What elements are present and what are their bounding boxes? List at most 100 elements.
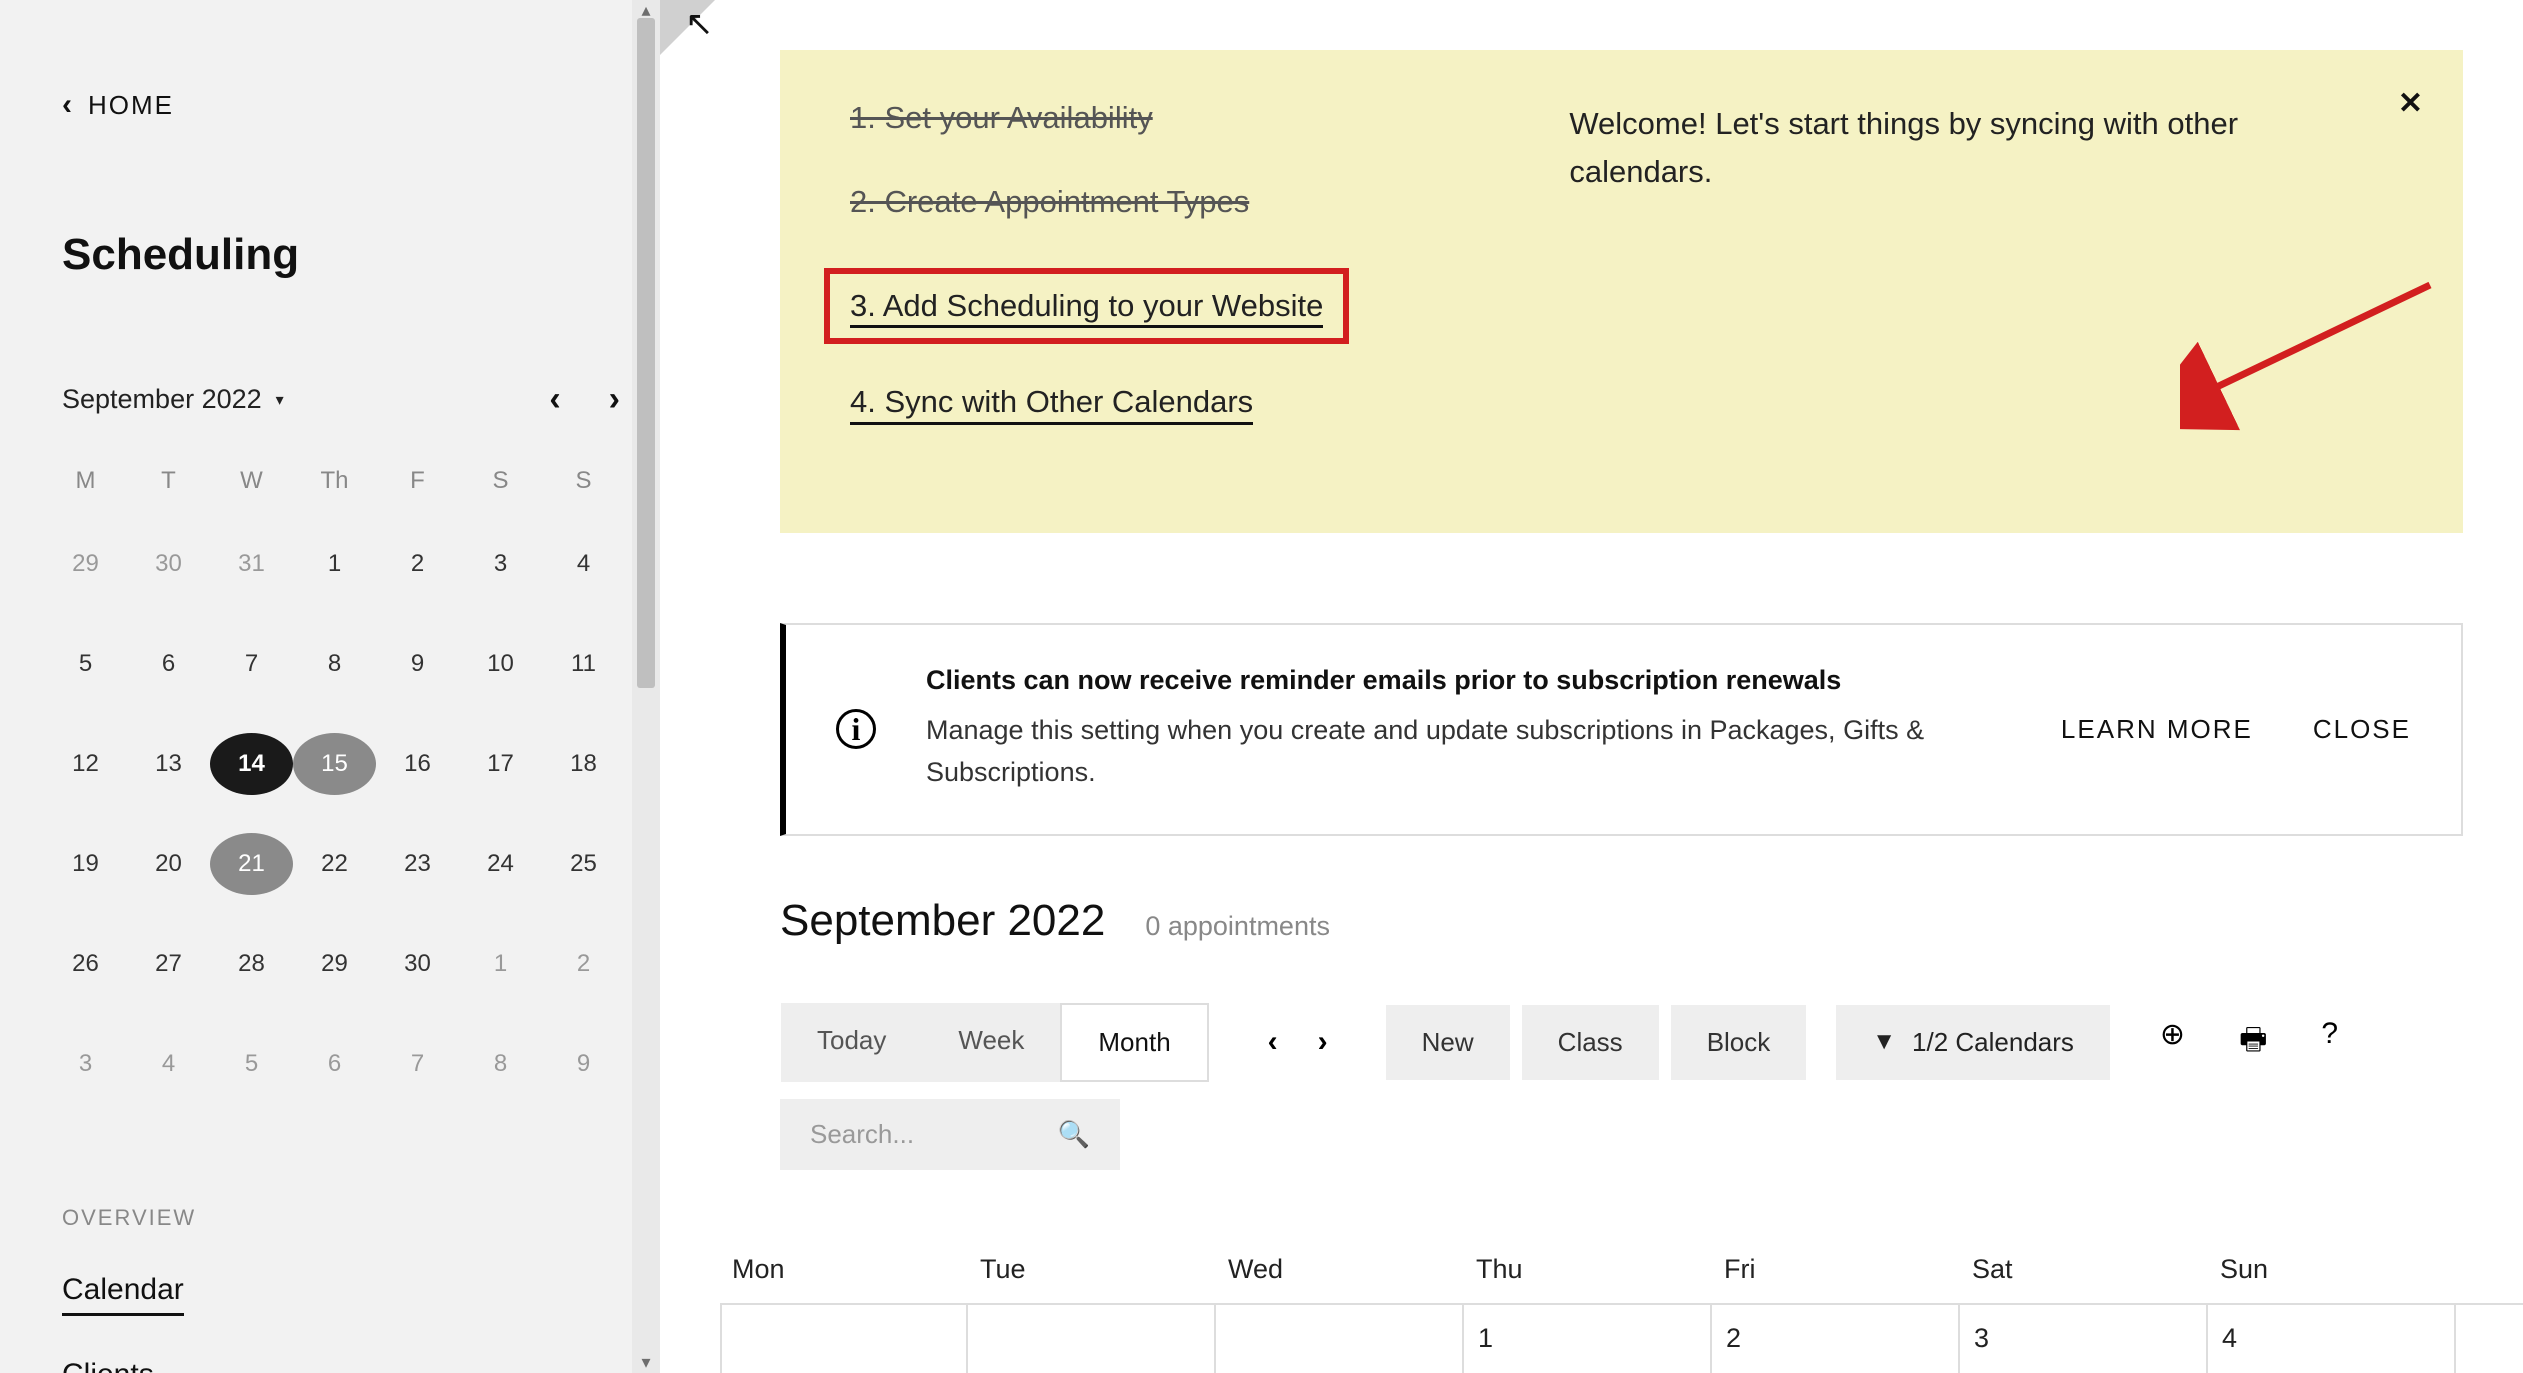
mini-cal-day[interactable]: 28 xyxy=(210,933,293,995)
close-notice-link[interactable]: CLOSE xyxy=(2313,714,2411,745)
main-cal-day[interactable]: 1 xyxy=(1464,1305,1712,1373)
mini-cal-day[interactable]: 27 xyxy=(127,933,210,995)
main-cal-day[interactable]: 2 xyxy=(1712,1305,1960,1373)
mini-cal-day[interactable]: 1 xyxy=(459,933,542,995)
main-cal-day[interactable] xyxy=(1216,1305,1464,1373)
next-month-button[interactable]: › xyxy=(609,380,620,419)
cal-prev-button[interactable]: ‹ xyxy=(1268,1025,1278,1059)
month-selector[interactable]: September 2022 ▾ xyxy=(62,384,284,415)
sidebar-nav-calendar[interactable]: Calendar xyxy=(0,1231,660,1316)
mini-cal-day[interactable]: 6 xyxy=(127,633,210,695)
mini-cal-day[interactable]: 21 xyxy=(210,833,293,895)
home-link[interactable]: ‹ HOME xyxy=(0,0,660,122)
collapse-corner[interactable]: ↖ xyxy=(660,0,730,70)
mini-cal-day[interactable]: 19 xyxy=(44,833,127,895)
onboarding-step[interactable]: 4. Sync with Other Calendars xyxy=(850,384,1253,425)
mini-cal-day[interactable]: 8 xyxy=(293,633,376,695)
mini-cal-day[interactable]: 7 xyxy=(210,633,293,695)
mini-cal-day[interactable]: 30 xyxy=(376,933,459,995)
mini-cal-week: 2930311234 xyxy=(0,495,660,595)
new-button[interactable]: New xyxy=(1386,1005,1510,1080)
main-cal-day[interactable] xyxy=(968,1305,1216,1373)
main-cal-dow: Mon xyxy=(720,1254,968,1285)
funnel-icon: ▼ xyxy=(1872,1028,1896,1056)
mini-cal-dow: S xyxy=(542,467,625,495)
mini-cal-day[interactable]: 10 xyxy=(459,633,542,695)
mini-cal-week: 19202122232425 xyxy=(0,795,660,895)
close-icon[interactable]: ✕ xyxy=(2398,86,2423,121)
mini-cal-dow: S xyxy=(459,467,542,495)
class-button[interactable]: Class xyxy=(1522,1005,1659,1080)
today-button[interactable]: Today xyxy=(781,1003,922,1082)
mini-cal-day[interactable]: 3 xyxy=(459,533,542,595)
mini-cal-day[interactable]: 5 xyxy=(44,633,127,695)
mini-cal-day[interactable]: 9 xyxy=(542,1033,625,1095)
search-placeholder: Search... xyxy=(810,1119,914,1150)
mini-cal-day[interactable]: 4 xyxy=(127,1033,210,1095)
mini-cal-day[interactable]: 9 xyxy=(376,633,459,695)
search-input[interactable]: Search... 🔍 xyxy=(780,1099,1120,1170)
main-cal-dow: Sat xyxy=(1960,1254,2208,1285)
mini-cal-day[interactable]: 29 xyxy=(44,533,127,595)
prev-month-button[interactable]: ‹ xyxy=(549,380,560,419)
mini-cal-day[interactable]: 24 xyxy=(459,833,542,895)
mini-cal-day[interactable]: 30 xyxy=(127,533,210,595)
onboarding-banner: ✕ 1. Set your Availability2. Create Appo… xyxy=(780,50,2463,533)
main-area: ↖ ✕ 1. Set your Availability2. Create Ap… xyxy=(660,0,2523,1373)
mini-cal-day[interactable]: 26 xyxy=(44,933,127,995)
mini-cal-day[interactable]: 16 xyxy=(376,733,459,795)
mini-cal-day[interactable]: 29 xyxy=(293,933,376,995)
mini-cal-day[interactable]: 23 xyxy=(376,833,459,895)
main-cal-dow: Tue xyxy=(968,1254,1216,1285)
mini-cal-day[interactable]: 31 xyxy=(210,533,293,595)
main-cal-dow: Sun xyxy=(2208,1254,2456,1285)
calendar-month-title: September 2022 xyxy=(780,896,1105,946)
mini-cal-day[interactable]: 20 xyxy=(127,833,210,895)
onboarding-step[interactable]: 3. Add Scheduling to your Website xyxy=(850,288,1323,328)
mini-cal-day[interactable]: 2 xyxy=(542,933,625,995)
sidebar-nav-clients[interactable]: Clients xyxy=(0,1316,660,1373)
mini-cal-day[interactable]: 3 xyxy=(44,1033,127,1095)
scroll-down-icon[interactable]: ▾ xyxy=(632,1352,660,1373)
month-button[interactable]: Month xyxy=(1060,1003,1208,1082)
mini-cal-day[interactable]: 2 xyxy=(376,533,459,595)
main-cal-day[interactable] xyxy=(720,1305,968,1373)
mini-cal-day[interactable]: 8 xyxy=(459,1033,542,1095)
zoom-icon[interactable]: ⊕ xyxy=(2160,1017,2185,1068)
mini-cal-day[interactable]: 22 xyxy=(293,833,376,895)
block-button[interactable]: Block xyxy=(1671,1005,1807,1080)
mini-cal-week: 567891011 xyxy=(0,595,660,695)
mini-cal-day[interactable]: 13 xyxy=(127,733,210,795)
mini-cal-day[interactable]: 11 xyxy=(542,633,625,695)
mini-cal-day[interactable]: 18 xyxy=(542,733,625,795)
scroll-thumb[interactable] xyxy=(637,18,655,688)
notice-desc: Manage this setting when you create and … xyxy=(926,710,2011,794)
mini-cal-day[interactable]: 12 xyxy=(44,733,127,795)
mini-cal-day[interactable]: 6 xyxy=(293,1033,376,1095)
mini-cal-dow: T xyxy=(127,467,210,495)
week-button[interactable]: Week xyxy=(922,1003,1060,1082)
learn-more-link[interactable]: LEARN MORE xyxy=(2061,714,2253,745)
cal-next-button[interactable]: › xyxy=(1318,1025,1328,1059)
mini-cal-day[interactable]: 7 xyxy=(376,1033,459,1095)
mini-cal-day[interactable]: 17 xyxy=(459,733,542,795)
calendar-filter-button[interactable]: ▼ 1/2 Calendars xyxy=(1836,1005,2110,1080)
mini-cal-day[interactable]: 15 xyxy=(293,733,376,795)
mini-cal-day[interactable]: 5 xyxy=(210,1033,293,1095)
main-cal-day[interactable]: 3 xyxy=(1960,1305,2208,1373)
mini-cal-day[interactable]: 25 xyxy=(542,833,625,895)
sidebar-scrollbar[interactable]: ▴ ▾ xyxy=(632,0,660,1373)
print-icon[interactable]: 🖶 xyxy=(2239,1017,2267,1068)
mini-cal-day[interactable]: 14 xyxy=(210,733,293,795)
mini-cal-day[interactable]: 1 xyxy=(293,533,376,595)
mini-cal-dow: F xyxy=(376,467,459,495)
overview-label: OVERVIEW xyxy=(0,1095,660,1231)
home-label: HOME xyxy=(88,90,174,121)
filter-label: 1/2 Calendars xyxy=(1912,1027,2074,1058)
calendar-toolbar: Today Week Month ‹ › New Class Block ▼ 1… xyxy=(780,1002,2463,1083)
help-icon[interactable]: ? xyxy=(2321,1017,2338,1068)
main-cal-dow: Wed xyxy=(1216,1254,1464,1285)
main-cal-day[interactable]: 4 xyxy=(2208,1305,2456,1373)
info-icon: i xyxy=(836,709,876,749)
mini-cal-day[interactable]: 4 xyxy=(542,533,625,595)
